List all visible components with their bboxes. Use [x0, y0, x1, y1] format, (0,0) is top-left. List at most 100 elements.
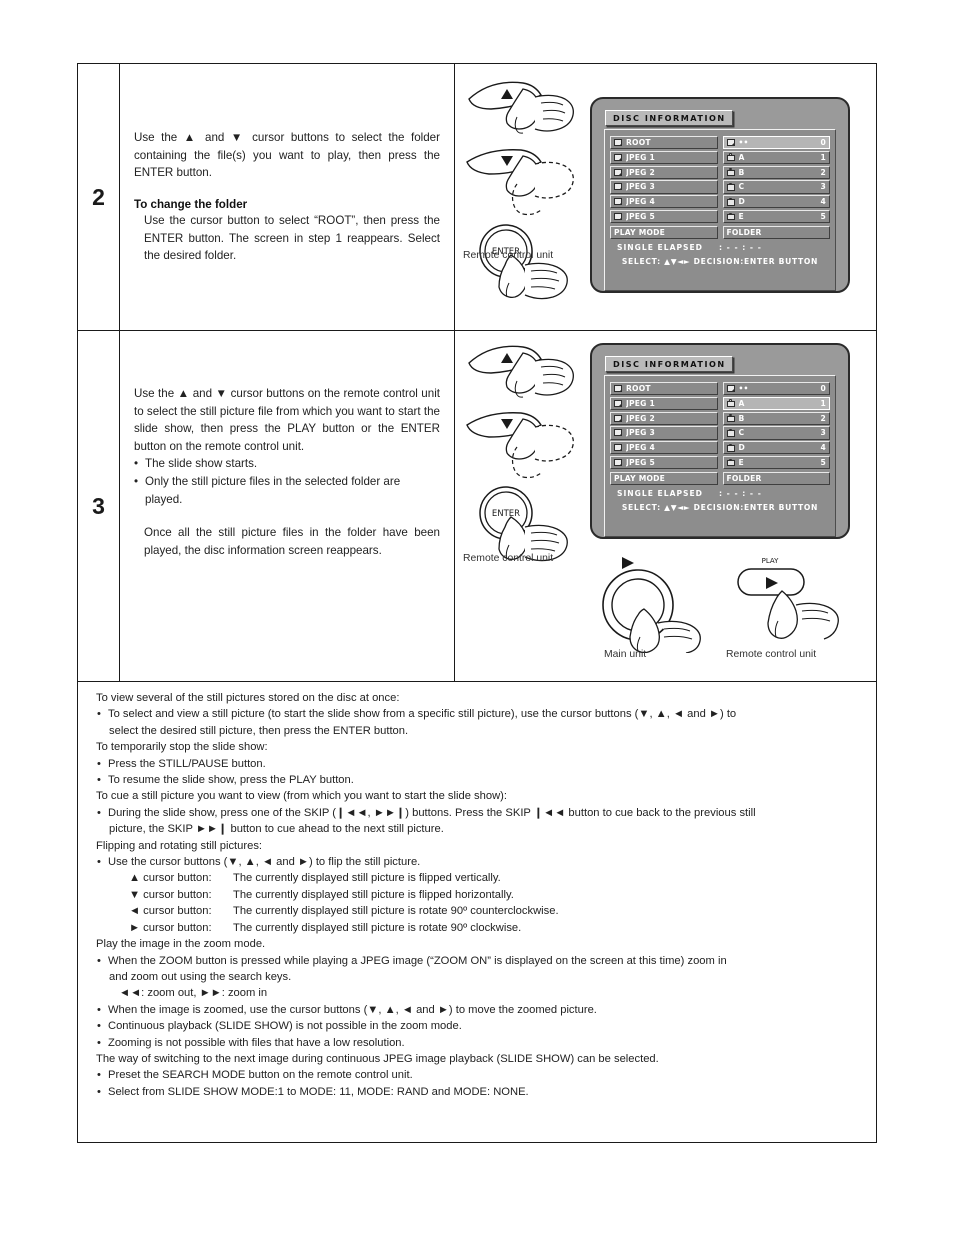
osd-file-row[interactable]: C3	[722, 180, 830, 194]
osd-file-number: 5	[820, 212, 826, 221]
osd-file-row[interactable]: C3	[722, 426, 830, 440]
note-bullet: Continuous playback (SLIDE SHOW) is not …	[96, 1018, 860, 1035]
osd-file-row-selected[interactable]: •• 0	[722, 136, 830, 150]
osd-file-label: A	[738, 398, 745, 408]
osd-folder-row[interactable]: JPEG 5	[610, 455, 718, 470]
osd-elapsed-value: : - - : - -	[718, 242, 762, 252]
osd-folder-row[interactable]: JPEG 5	[610, 209, 718, 224]
osd-file-label: ••	[738, 138, 749, 148]
osd-file-label: B	[738, 167, 745, 177]
osd-file-row[interactable]: A1	[722, 150, 830, 164]
folder-icon	[614, 153, 623, 161]
osd-folder-row[interactable]: JPEG 4	[610, 441, 718, 455]
note-bullet-cont: select the desired still picture, then p…	[109, 724, 409, 737]
osd-file-number: 0	[820, 384, 826, 394]
osd-file-row[interactable]: E5	[722, 209, 830, 224]
osd-file-number: 1	[820, 398, 826, 408]
step-row-3: 3 Use the ▲ and ▼ cursor buttons on the …	[78, 331, 876, 682]
osd-file-number: 3	[820, 182, 826, 192]
step-3-bullets: The slide show starts. Only the still pi…	[134, 455, 440, 508]
hand-pressing-remote-play: PLAY	[737, 557, 839, 640]
osd-folder-list: ROOT JPEG 1 JPEG 2 JPEG 3 JPEG 4 JPEG 5	[610, 382, 718, 471]
osd-folder-row[interactable]: JPEG 1	[610, 396, 718, 410]
osd-folder-label: JPEG 1	[626, 152, 655, 162]
osd-elapsed-label: SINGLE ELAPSED	[617, 242, 703, 252]
note-value: The currently displayed still picture is…	[233, 921, 522, 934]
note-subrow: ▲ cursor button: The currently displayed …	[96, 870, 860, 886]
osd-elapsed-label: SINGLE ELAPSED	[617, 488, 703, 498]
osd-folder-row[interactable]: JPEG 4	[610, 195, 718, 209]
osd-folder-row[interactable]: JPEG 1	[610, 150, 718, 164]
hand-pressing-up-button	[468, 345, 574, 398]
osd-file-row-selected[interactable]: A1	[722, 396, 830, 410]
hand-pressing-enter-button: ENTER	[479, 224, 568, 300]
photo-icon	[726, 399, 736, 408]
note-bullet: To select and view a still picture (to s…	[96, 706, 860, 723]
osd-folder-label: JPEG 1	[626, 398, 655, 408]
note-key: ► cursor button:	[129, 921, 212, 934]
note-line: To cue a still picture you want to view …	[96, 790, 508, 803]
osd-file-list: •• 0 A1 B2 C3 D4 E5	[722, 382, 830, 471]
osd-folder-row[interactable]: JPEG 3	[610, 180, 718, 194]
osd-file-label: E	[738, 212, 744, 221]
hand-pressing-down-button	[466, 412, 574, 479]
note-bullet: When the ZOOM button is pressed while pl…	[96, 953, 860, 970]
osd-file-row[interactable]: B2	[722, 411, 830, 425]
enter-button-label: ENTER	[492, 509, 520, 519]
osd-folder-row[interactable]: JPEG 3	[610, 426, 718, 440]
photo-icon	[726, 458, 736, 467]
step-2-text: Use the ▲ and ▼ cursor buttons to select…	[120, 64, 455, 330]
step-3-text: Use the ▲ and ▼ cursor buttons on the re…	[120, 331, 455, 681]
note-bullet: To resume the slide show, press the PLAY…	[96, 772, 860, 789]
osd-body: ROOT JPEG 1 JPEG 2 JPEG 3 JPEG 4 JPEG 5 …	[604, 375, 836, 537]
note-subrow: ▼ cursor button: The currently displayed …	[96, 887, 860, 903]
note-line: To view several of the still pictures st…	[96, 692, 400, 704]
osd-play-mode-value[interactable]: FOLDER	[722, 225, 830, 239]
osd-folder-row[interactable]: ROOT	[610, 382, 718, 396]
osd-elapsed-line: SINGLE ELAPSED : - - : - -	[610, 489, 830, 498]
osd-play-mode-label: PLAY MODE	[610, 471, 718, 485]
osd-folder-list: ROOT JPEG 1 JPEG 2 JPEG 3 JPEG 4 JPEG 5	[610, 136, 718, 225]
osd-file-row[interactable]: B2	[722, 165, 830, 179]
osd-folder-row[interactable]: JPEG 2	[610, 165, 718, 179]
osd-play-mode-value[interactable]: FOLDER	[722, 471, 830, 485]
osd-title: DISC INFORMATION	[605, 356, 733, 372]
folder-icon	[614, 399, 623, 407]
folder-icon	[614, 213, 623, 221]
photo-icon	[726, 153, 736, 162]
folder-icon	[614, 459, 623, 467]
osd-body: ROOT JPEG 1 JPEG 2 JPEG 3 JPEG 4 JPEG 5 …	[604, 129, 836, 291]
note-line: The way of switching to the next image d…	[96, 1052, 659, 1065]
caption-remote-control-unit-step3: Remote control unit	[463, 553, 554, 564]
osd-file-label: B	[738, 413, 745, 423]
note-key: ◄ cursor button:	[129, 905, 212, 918]
photo-icon	[726, 443, 736, 452]
notes-section: To view several of the still pictures st…	[78, 682, 876, 1142]
osd-file-number: 2	[820, 167, 826, 177]
note-key: ▼ cursor button:	[129, 888, 212, 901]
step-2-paragraph: Use the ▲ and ▼ cursor buttons to select…	[134, 131, 440, 180]
note-line: To temporarily stop the slide show:	[96, 741, 268, 754]
osd-folder-row[interactable]: JPEG 2	[610, 411, 718, 425]
step-3-illustration: ENTER Remote control unit DISC INFORMATI…	[455, 331, 876, 681]
step-number-2: 2	[78, 64, 120, 330]
osd-elapsed-line: SINGLE ELAPSED : - - : - -	[610, 243, 830, 252]
osd-file-label: D	[738, 197, 746, 207]
note-bullet: When the image is zoomed, use the cursor…	[96, 1002, 860, 1019]
osd-folder-row[interactable]: ROOT	[610, 136, 718, 150]
osd-folder-label: JPEG 4	[626, 197, 655, 207]
osd-file-row[interactable]: E5	[722, 455, 830, 470]
osd-file-label: E	[738, 458, 744, 467]
note-value: The currently displayed still picture is…	[233, 872, 501, 885]
photo-icon	[726, 428, 736, 437]
folder-icon	[614, 198, 623, 206]
folder-icon	[614, 385, 623, 393]
osd-file-row[interactable]: D4	[722, 441, 830, 455]
hand-pressing-up-button	[468, 81, 574, 134]
osd-file-row[interactable]: •• 0	[722, 382, 830, 396]
hand-pressing-main-unit-play	[602, 557, 701, 653]
step-3-tail: Once all the still picture files in the …	[144, 526, 440, 557]
osd-folder-label: ROOT	[626, 384, 651, 394]
osd-file-row[interactable]: D4	[722, 195, 830, 209]
osd-folder-label: JPEG 2	[626, 167, 655, 177]
